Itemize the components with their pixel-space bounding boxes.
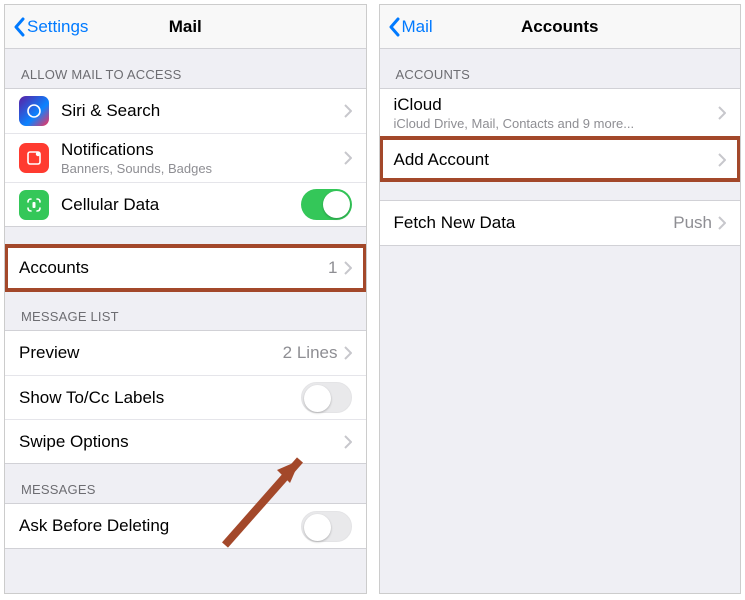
preview-label: Preview: [19, 343, 283, 363]
accounts-count: 1: [328, 258, 337, 278]
cellular-icon: [19, 190, 49, 220]
notifications-sub: Banners, Sounds, Badges: [61, 161, 344, 176]
section-header-messages: MESSAGES: [5, 464, 366, 503]
fetch-detail: Push: [673, 213, 712, 233]
accounts-group: iCloud iCloud Drive, Mail, Contacts and …: [380, 88, 741, 182]
siri-search-row[interactable]: Siri & Search: [5, 89, 366, 133]
fetch-row[interactable]: Fetch New Data Push: [380, 201, 741, 245]
chevron-right-icon: [718, 216, 726, 230]
siri-icon: [19, 96, 49, 126]
icloud-sub: iCloud Drive, Mail, Contacts and 9 more.…: [394, 116, 719, 131]
fetch-label: Fetch New Data: [394, 213, 674, 233]
back-button[interactable]: Settings: [13, 17, 88, 37]
section-header-accounts: ACCOUNTS: [380, 49, 741, 88]
icloud-label: iCloud: [394, 95, 719, 115]
back-label: Settings: [27, 17, 88, 37]
chevron-left-icon: [13, 17, 25, 37]
add-account-label: Add Account: [394, 150, 719, 170]
cellular-toggle[interactable]: [301, 189, 352, 220]
swipe-options-row[interactable]: Swipe Options: [5, 419, 366, 463]
preview-detail: 2 Lines: [283, 343, 338, 363]
nav-title: Accounts: [380, 17, 741, 37]
chevron-right-icon: [344, 261, 352, 275]
chevron-right-icon: [718, 106, 726, 120]
section-header-msglist: MESSAGE LIST: [5, 291, 366, 330]
back-button[interactable]: Mail: [388, 17, 433, 37]
section-header-access: ALLOW MAIL TO ACCESS: [5, 49, 366, 88]
notifications-row[interactable]: Notifications Banners, Sounds, Badges: [5, 133, 366, 182]
preview-row[interactable]: Preview 2 Lines: [5, 331, 366, 375]
ask-before-deleting-row[interactable]: Ask Before Deleting: [5, 504, 366, 548]
message-list-group: Preview 2 Lines Show To/Cc Labels Swipe …: [5, 330, 366, 464]
cellular-label: Cellular Data: [61, 195, 301, 215]
messages-group: Ask Before Deleting: [5, 503, 366, 549]
tocc-toggle[interactable]: [301, 382, 352, 413]
back-label: Mail: [402, 17, 433, 37]
chevron-left-icon: [388, 17, 400, 37]
accounts-screen: Mail Accounts ACCOUNTS iCloud iCloud Dri…: [379, 4, 742, 594]
cellular-data-row[interactable]: Cellular Data: [5, 182, 366, 226]
swipe-label: Swipe Options: [19, 432, 344, 452]
notifications-icon: [19, 143, 49, 173]
chevron-right-icon: [344, 435, 352, 449]
accounts-group: Accounts 1: [5, 245, 366, 291]
askdel-toggle[interactable]: [301, 511, 352, 542]
siri-label: Siri & Search: [61, 101, 344, 121]
add-account-row[interactable]: Add Account: [380, 137, 741, 181]
fetch-group: Fetch New Data Push: [380, 200, 741, 246]
accounts-row[interactable]: Accounts 1: [5, 246, 366, 290]
accounts-label: Accounts: [19, 258, 328, 278]
notifications-label: Notifications: [61, 140, 344, 160]
chevron-right-icon: [344, 151, 352, 165]
navbar: Settings Mail: [5, 5, 366, 49]
access-group: Siri & Search Notifications Banners, Sou…: [5, 88, 366, 227]
chevron-right-icon: [344, 346, 352, 360]
chevron-right-icon: [344, 104, 352, 118]
tocc-row[interactable]: Show To/Cc Labels: [5, 375, 366, 419]
tocc-label: Show To/Cc Labels: [19, 388, 301, 408]
askdel-label: Ask Before Deleting: [19, 516, 301, 536]
navbar: Mail Accounts: [380, 5, 741, 49]
chevron-right-icon: [718, 153, 726, 167]
mail-settings-screen: Settings Mail ALLOW MAIL TO ACCESS Siri …: [4, 4, 367, 594]
icloud-row[interactable]: iCloud iCloud Drive, Mail, Contacts and …: [380, 89, 741, 137]
